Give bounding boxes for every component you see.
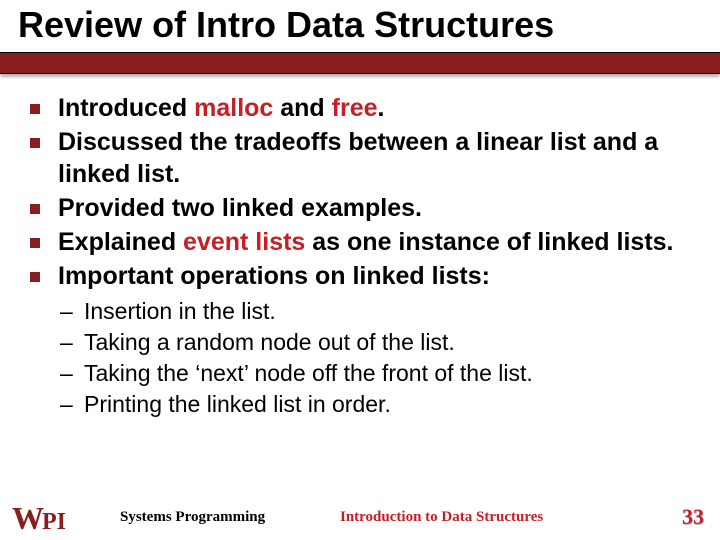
text: Introduced	[58, 94, 194, 122]
text: Taking the ‘next’ node off the front of …	[84, 360, 533, 386]
wpi-logo: WPI	[12, 502, 66, 534]
footer-course: Systems Programming	[120, 509, 265, 526]
footer-topic: Introduction to Data Structures	[340, 509, 543, 526]
slide: Review of Intro Data Structures Introduc…	[0, 0, 720, 540]
bullet-item: Introduced malloc and free.	[26, 92, 694, 124]
title-underline-bar	[0, 52, 720, 74]
bullet-item: Discussed the tradeoffs between a linear…	[26, 126, 694, 190]
text: Printing the linked list in order.	[84, 391, 391, 417]
sub-bullet-list: Insertion in the list. Taking a random n…	[58, 296, 694, 420]
logo-letter-i: I	[57, 510, 66, 534]
text: Insertion in the list.	[84, 298, 276, 324]
logo-letter-w: W	[12, 502, 42, 534]
bullet-item: Explained event lists as one instance of…	[26, 226, 694, 258]
keyword-free: free	[332, 94, 378, 122]
footer: WPI Systems Programming Introduction to …	[0, 486, 720, 540]
text: Provided two linked examples.	[58, 194, 422, 222]
bullet-list: Introduced malloc and free. Discussed th…	[26, 92, 694, 292]
page-number: 33	[682, 504, 704, 530]
bullet-item: Important operations on linked lists:	[26, 260, 694, 292]
keyword-event-lists: event lists	[183, 228, 305, 256]
title-area: Review of Intro Data Structures	[0, 0, 720, 52]
sub-bullet-item: Printing the linked list in order.	[58, 389, 694, 420]
logo-letter-p: P	[42, 510, 57, 534]
text: Explained	[58, 228, 183, 256]
sub-bullet-item: Taking a random node out of the list.	[58, 327, 694, 358]
sub-bullet-item: Taking the ‘next’ node off the front of …	[58, 358, 694, 389]
text: .	[378, 94, 385, 122]
text: and	[273, 94, 331, 122]
text: Discussed the tradeoffs between a linear…	[58, 128, 658, 188]
text: Important operations on linked lists:	[58, 262, 490, 290]
text: as one instance of linked lists.	[305, 228, 673, 256]
keyword-malloc: malloc	[194, 94, 273, 122]
bullet-item: Provided two linked examples.	[26, 192, 694, 224]
slide-title: Review of Intro Data Structures	[18, 6, 702, 44]
sub-bullet-item: Insertion in the list.	[58, 296, 694, 327]
text: Taking a random node out of the list.	[84, 329, 455, 355]
content-area: Introduced malloc and free. Discussed th…	[0, 74, 720, 540]
